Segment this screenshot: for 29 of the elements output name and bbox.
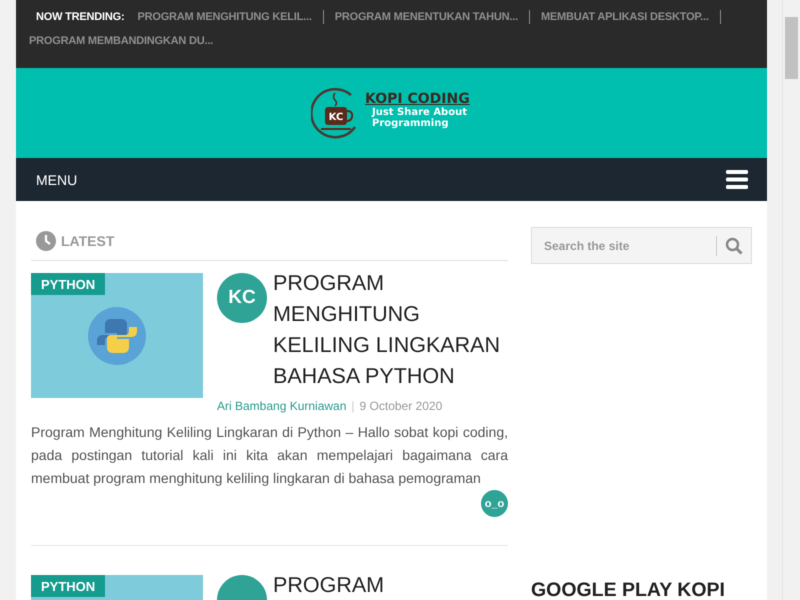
post-date: 9 October 2020	[360, 399, 442, 413]
menu-icon[interactable]	[726, 170, 748, 189]
trending-link[interactable]: MEMBUAT APLIKASI DESKTOP...	[540, 10, 721, 24]
logo-title: KOPI CODING	[365, 91, 471, 107]
thumbnail-image[interactable]: PYTHON	[31, 575, 203, 600]
trending-link[interactable]: PROGRAM MEMBANDINGKAN DU...	[29, 34, 224, 48]
clock-icon	[36, 231, 56, 251]
reaction-badge[interactable]: o_o	[481, 490, 508, 517]
author-link[interactable]: Ari Bambang Kurniawan	[217, 399, 346, 413]
logo-tagline: Just Share About Programming	[372, 107, 468, 129]
meta-separator: |	[351, 399, 355, 413]
trending-link[interactable]: PROGRAM MENENTUKAN TAHUN...	[334, 10, 530, 24]
widget-title: GOOGLE PLAY KOPI	[531, 579, 726, 600]
menu-label[interactable]: MENU	[36, 172, 78, 188]
trending-link[interactable]: PROGRAM MENGHITUNG KELIL...	[137, 10, 324, 24]
snake-logo-icon	[88, 306, 146, 364]
post-excerpt: Program Menghitung Keliling Lingkaran di Python – Hallo sobat kopi coding, pada postingan tutorial kali ini kita akan mempelajari bagaimana cara membuat program menghitung keliling lingkaran di bahasa pemograman	[31, 423, 508, 488]
search-field[interactable]: Search the site	[531, 227, 752, 264]
section-title: LATEST	[61, 233, 114, 249]
thumbnail-image[interactable]: PYTHON	[31, 273, 203, 398]
post-title[interactable]: PROGRAM MENGHITUNG KELILING LINGKARAN BAHASA PYTHON	[273, 268, 508, 392]
scrollbar[interactable]	[782, 0, 800, 600]
author-avatar: KC	[217, 273, 267, 323]
search-input[interactable]: Search the site	[542, 238, 716, 254]
post-title[interactable]: PROGRAM	[273, 570, 384, 600]
category-tag[interactable]: PYTHON	[31, 273, 106, 295]
search-icon[interactable]	[725, 236, 743, 254]
category-tag[interactable]: PYTHON	[31, 575, 106, 597]
trending-label: NOW TRENDING:	[35, 10, 126, 25]
